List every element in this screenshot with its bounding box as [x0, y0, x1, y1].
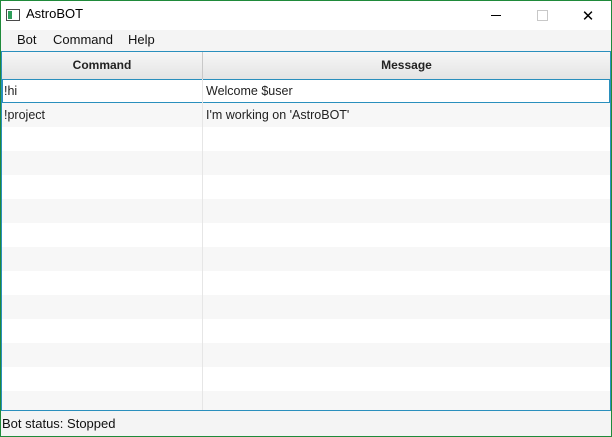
table-row[interactable]	[2, 223, 610, 247]
window-title: AstroBOT	[26, 6, 84, 21]
bot-status-text: Bot status: Stopped	[2, 416, 116, 431]
commands-table[interactable]: Command Message !hi Welcome $user !project…	[1, 51, 611, 411]
table-body: !hi Welcome $user !project I'm working on '…	[2, 79, 610, 410]
table-row[interactable]	[2, 343, 610, 367]
table-row[interactable]	[2, 319, 610, 343]
column-header-command[interactable]: Command	[2, 52, 203, 79]
close-icon: ✕	[581, 6, 595, 25]
maximize-icon	[536, 10, 548, 21]
table-row[interactable]: !project I'm working on 'AstroBOT'	[2, 103, 610, 127]
message-cell[interactable]: Welcome $user	[206, 79, 606, 103]
close-button[interactable]: ✕	[565, 1, 611, 30]
message-cell[interactable]: I'm working on 'AstroBOT'	[206, 103, 606, 127]
minimize-button[interactable]	[473, 1, 519, 30]
menu-bot[interactable]: Bot	[17, 32, 37, 47]
app-icon	[6, 9, 20, 21]
column-separator	[202, 79, 203, 410]
table-header: Command Message	[2, 52, 610, 80]
minimize-icon	[491, 15, 501, 16]
app-window: AstroBOT ✕ Bot Command Help Command Mess…	[0, 0, 612, 437]
table-row[interactable]	[2, 175, 610, 199]
table-row[interactable]	[2, 247, 610, 271]
status-bar: Bot status: Stopped	[1, 411, 611, 436]
table-row[interactable]	[2, 367, 610, 391]
menu-help[interactable]: Help	[128, 32, 155, 47]
table-row[interactable]	[2, 295, 610, 319]
menu-bar: Bot Command Help	[1, 30, 611, 52]
table-row[interactable]	[2, 271, 610, 295]
command-cell[interactable]: !hi	[4, 79, 200, 103]
title-bar[interactable]: AstroBOT ✕	[1, 1, 611, 30]
table-row[interactable]: !hi Welcome $user	[2, 79, 610, 103]
column-header-message[interactable]: Message	[203, 52, 610, 79]
table-row[interactable]	[2, 391, 610, 410]
table-row[interactable]	[2, 199, 610, 223]
table-row[interactable]	[2, 127, 610, 151]
menu-command[interactable]: Command	[53, 32, 113, 47]
command-cell[interactable]: !project	[4, 103, 200, 127]
maximize-button[interactable]	[519, 1, 565, 30]
table-row[interactable]	[2, 151, 610, 175]
